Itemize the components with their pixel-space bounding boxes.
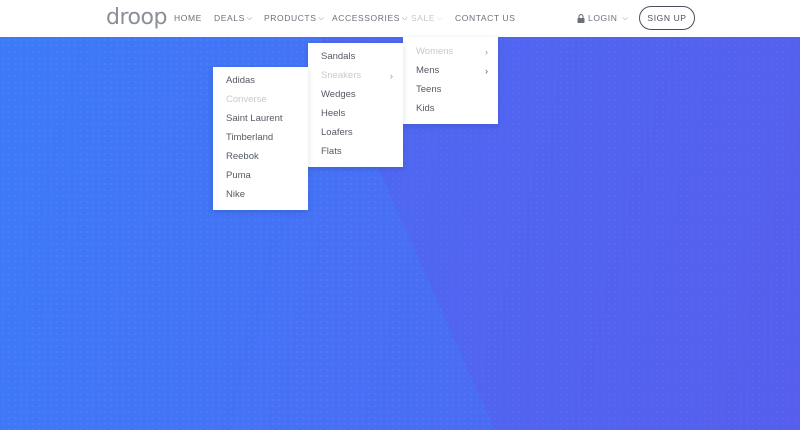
menu-item-saint-laurent[interactable]: Saint Laurent (226, 113, 283, 125)
womens-submenu: Sandals Sneakers › Wedges Heels Loafers … (308, 43, 403, 167)
top-navbar: droop HOME DEALS ⌵ PRODUCTS ⌵ ACCESSORIES ⌵… (0, 0, 800, 37)
menu-item-timberland[interactable]: Timberland (226, 132, 273, 144)
nav-home[interactable]: HOME (174, 13, 202, 24)
sale-dropdown-menu: Womens › Mens › Teens Kids (403, 37, 498, 124)
menu-item-label: Reebok (226, 151, 259, 162)
nav-contact-us[interactable]: CONTACT US (455, 13, 515, 24)
menu-item-label: Kids (416, 103, 435, 114)
menu-item-label: Heels (321, 108, 346, 119)
menu-item-kids[interactable]: Kids (416, 103, 434, 115)
nav-accessories[interactable]: ACCESSORIES ⌵ (332, 13, 408, 24)
menu-item-loafers[interactable]: Loafers (321, 127, 353, 139)
chevron-right-icon: › (485, 66, 488, 76)
menu-item-wedges[interactable]: Wedges (321, 89, 356, 101)
menu-item-label: Timberland (226, 132, 274, 143)
menu-item-mens[interactable]: Mens (416, 65, 439, 77)
menu-item-label: Womens (416, 46, 454, 57)
nav-deals[interactable]: DEALS ⌵ (214, 13, 253, 24)
nav-home-label: HOME (174, 13, 202, 23)
menu-item-teens[interactable]: Teens (416, 84, 441, 96)
brand-logo[interactable]: droop (106, 6, 167, 30)
chevron-right-icon: › (390, 71, 393, 81)
nav-sale-label: SALE (411, 13, 436, 23)
menu-item-heels[interactable]: Heels (321, 108, 345, 120)
menu-item-puma[interactable]: Puma (226, 170, 251, 182)
menu-item-sandals[interactable]: Sandals (321, 51, 355, 63)
menu-item-reebok[interactable]: Reebok (226, 151, 259, 163)
chevron-down-icon: ⌵ (246, 15, 253, 22)
menu-item-label: Adidas (226, 75, 256, 86)
nav-products-label: PRODUCTS (264, 13, 317, 23)
chevron-down-icon: ⌵ (437, 15, 444, 22)
nav-sale[interactable]: SALE ⌵ (411, 13, 443, 24)
menu-item-label: Converse (226, 94, 267, 105)
sneakers-submenu: Adidas Converse Saint Laurent Timberland… (213, 67, 308, 210)
menu-item-label: Teens (416, 84, 442, 95)
chevron-down-icon: ⌵ (402, 15, 408, 22)
menu-item-label: Mens (416, 65, 440, 76)
menu-item-label: Sandals (321, 51, 356, 62)
menu-item-label: Nike (226, 189, 246, 200)
menu-item-converse[interactable]: Converse (226, 94, 267, 106)
lock-icon (577, 14, 585, 23)
nav-login-label: LOGIN (588, 13, 618, 23)
menu-item-adidas[interactable]: Adidas (226, 75, 255, 87)
menu-item-label: Loafers (321, 127, 353, 138)
nav-deals-label: DEALS (214, 13, 245, 23)
menu-item-flats[interactable]: Flats (321, 146, 342, 158)
nav-accessories-label: ACCESSORIES (332, 13, 401, 23)
chevron-right-icon: › (485, 47, 488, 57)
signup-button-label: SIGN UP (647, 13, 687, 23)
menu-item-label: Flats (321, 146, 342, 157)
menu-item-label: Sneakers (321, 70, 362, 81)
signup-button[interactable]: SIGN UP (639, 6, 695, 30)
menu-item-sneakers[interactable]: Sneakers (321, 70, 361, 82)
nav-login[interactable]: LOGIN ⌵ (588, 13, 628, 24)
chevron-down-icon: ⌵ (622, 15, 629, 22)
chevron-down-icon: ⌵ (318, 15, 325, 22)
menu-item-womens[interactable]: Womens (416, 46, 453, 58)
menu-item-label: Puma (226, 170, 251, 181)
nav-contact-us-label: CONTACT US (455, 13, 516, 23)
nav-products[interactable]: PRODUCTS ⌵ (264, 13, 324, 24)
menu-item-label: Saint Laurent (226, 113, 283, 124)
menu-item-nike[interactable]: Nike (226, 189, 245, 201)
menu-item-label: Wedges (321, 89, 356, 100)
